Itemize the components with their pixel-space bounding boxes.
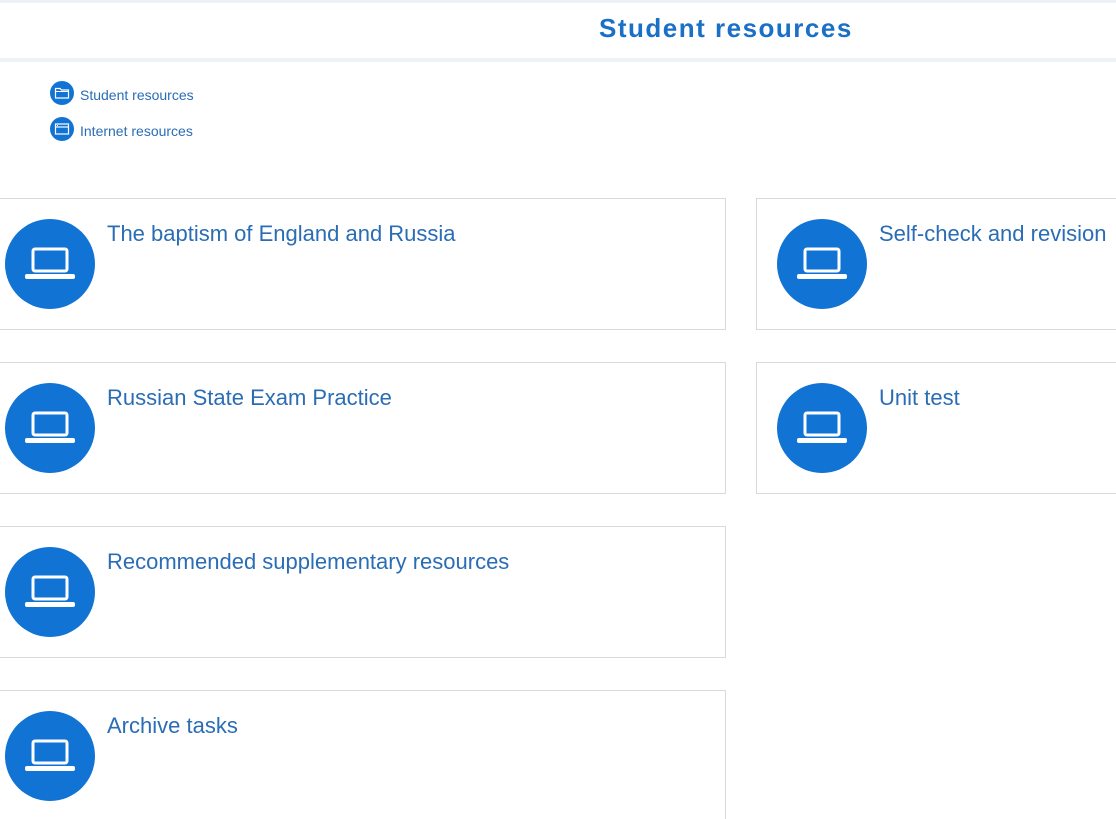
resource-card-title[interactable]: Unit test	[879, 385, 960, 411]
resource-card-title[interactable]: Self-check and revision	[879, 221, 1106, 247]
laptop-icon	[777, 219, 867, 309]
folder-icon	[50, 81, 74, 105]
page-header: Student resources	[0, 0, 1116, 62]
page: Student resources Student resources Inte…	[0, 0, 1116, 819]
nav-link-label: Internet resources	[80, 122, 193, 139]
resource-card-unit-test[interactable]: Unit test	[756, 362, 1116, 494]
resource-card-self-check[interactable]: Self-check and revision	[756, 198, 1116, 330]
laptop-icon	[5, 547, 95, 637]
resource-card-archive[interactable]: Archive tasks	[0, 690, 726, 819]
resource-card-title[interactable]: Archive tasks	[107, 713, 238, 739]
laptop-icon	[5, 219, 95, 309]
resource-card-baptism[interactable]: The baptism of England and Russia	[0, 198, 726, 330]
page-title: Student resources	[599, 13, 853, 43]
nav-link-student-resources[interactable]: Student resources	[50, 81, 194, 105]
nav-link-label: Student resources	[80, 86, 194, 103]
nav-link-internet-resources[interactable]: Internet resources	[50, 117, 193, 141]
laptop-icon	[777, 383, 867, 473]
resource-card-supplementary[interactable]: Recommended supplementary resources	[0, 526, 726, 658]
laptop-icon	[5, 383, 95, 473]
resource-card-title[interactable]: Recommended supplementary resources	[107, 549, 509, 575]
resource-card-title[interactable]: The baptism of England and Russia	[107, 221, 456, 247]
resource-card-title[interactable]: Russian State Exam Practice	[107, 385, 392, 411]
laptop-icon	[5, 711, 95, 801]
browser-window-icon	[50, 117, 74, 141]
resource-card-state-exam[interactable]: Russian State Exam Practice	[0, 362, 726, 494]
